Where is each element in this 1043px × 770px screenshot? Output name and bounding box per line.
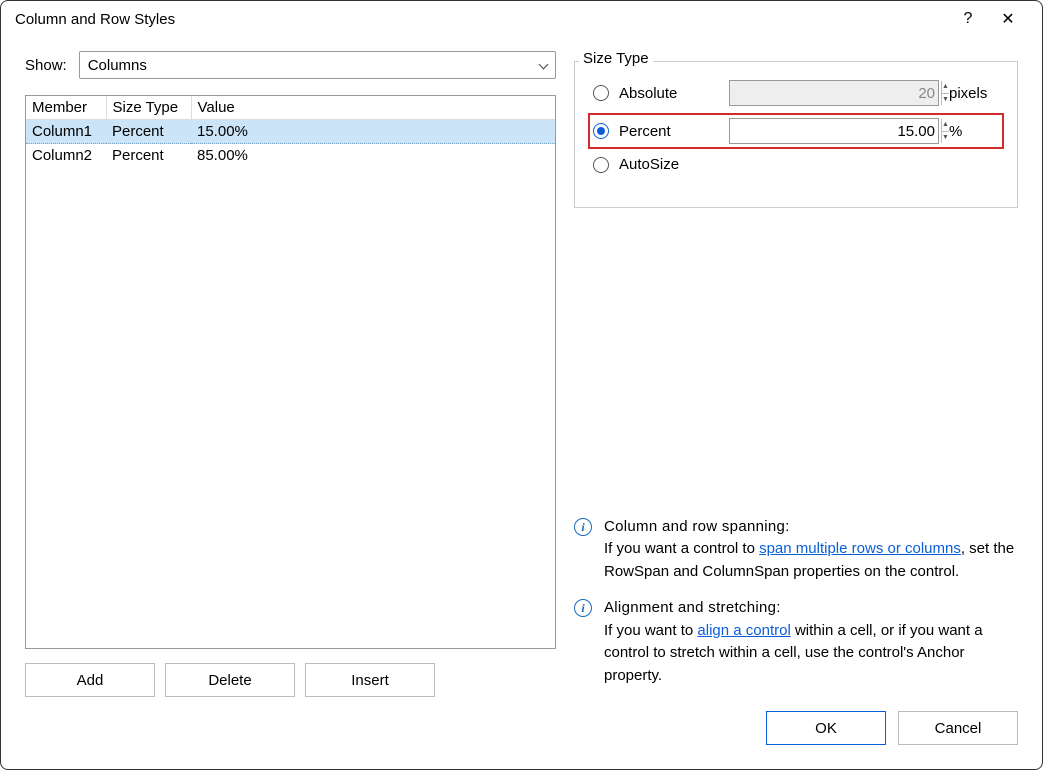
insert-button[interactable]: Insert — [305, 663, 435, 697]
col-member[interactable]: Member — [26, 96, 106, 120]
close-button[interactable]: ✕ — [988, 9, 1028, 29]
radio-percent-label[interactable]: Percent — [619, 123, 719, 140]
info-spanning: i Column and row spanning: If you want a… — [574, 516, 1018, 584]
radio-autosize-label[interactable]: AutoSize — [619, 156, 719, 173]
absolute-value-field[interactable] — [730, 81, 941, 105]
absolute-input[interactable]: ▲▼ — [729, 80, 939, 106]
info-icon: i — [574, 599, 592, 617]
titlebar: Column and Row Styles ? ✕ — [1, 1, 1042, 33]
col-sizetype[interactable]: Size Type — [106, 96, 191, 120]
size-row-percent: Percent ▲▼ % — [591, 116, 1001, 146]
help-button[interactable]: ? — [948, 10, 988, 28]
info-align: i Alignment and stretching: If you want … — [574, 597, 1018, 687]
add-button[interactable]: Add — [25, 663, 155, 697]
info-align-pre: If you want to — [604, 622, 697, 639]
cancel-button[interactable]: Cancel — [898, 711, 1018, 745]
cell-sizetype: Percent — [106, 120, 191, 144]
left-pane: Show: Columns Member Size Type Value — [25, 51, 556, 697]
dialog-content: Show: Columns Member Size Type Value — [1, 33, 1042, 697]
percent-value-field[interactable] — [730, 119, 941, 143]
cell-value: 15.00% — [191, 120, 555, 144]
percent-input[interactable]: ▲▼ — [729, 118, 939, 144]
table-row[interactable]: Column1 Percent 15.00% — [26, 120, 555, 144]
cell-member: Column1 — [26, 120, 106, 144]
radio-autosize[interactable] — [593, 157, 609, 173]
show-dropdown[interactable]: Columns — [79, 51, 556, 79]
align-link[interactable]: align a control — [697, 622, 790, 639]
info-icon: i — [574, 518, 592, 536]
info-section: i Column and row spanning: If you want a… — [574, 502, 1018, 698]
grid-buttons: Add Delete Insert — [25, 663, 556, 697]
show-label: Show: — [25, 57, 67, 74]
size-row-autosize: AutoSize — [593, 156, 999, 173]
members-table[interactable]: Member Size Type Value Column1 Percent 1… — [25, 95, 556, 649]
cell-sizetype: Percent — [106, 144, 191, 168]
info-spanning-title: Column and row spanning: — [604, 518, 790, 535]
info-spanning-pre: If you want a control to — [604, 540, 759, 557]
absolute-spinner[interactable]: ▲▼ — [941, 81, 949, 105]
delete-button[interactable]: Delete — [165, 663, 295, 697]
show-row: Show: Columns — [25, 51, 556, 79]
radio-percent[interactable] — [593, 123, 609, 139]
table-row[interactable]: Column2 Percent 85.00% — [26, 144, 555, 168]
size-type-group: Size Type Absolute ▲▼ pixels Percent — [574, 61, 1018, 208]
radio-absolute[interactable] — [593, 85, 609, 101]
radio-absolute-label[interactable]: Absolute — [619, 85, 719, 102]
right-pane: Size Type Absolute ▲▼ pixels Percent — [574, 51, 1018, 697]
chevron-down-icon — [539, 59, 549, 69]
cell-value: 85.00% — [191, 144, 555, 168]
dialog-footer: OK Cancel — [1, 697, 1042, 769]
absolute-unit: pixels — [949, 85, 999, 102]
dialog: Column and Row Styles ? ✕ Show: Columns … — [0, 0, 1043, 770]
ok-button[interactable]: OK — [766, 711, 886, 745]
size-type-title: Size Type — [579, 50, 653, 67]
size-row-absolute: Absolute ▲▼ pixels — [593, 80, 999, 106]
info-align-title: Alignment and stretching: — [604, 599, 781, 616]
percent-unit: % — [949, 123, 999, 140]
percent-spinner[interactable]: ▲▼ — [941, 119, 949, 143]
table-header-row: Member Size Type Value — [26, 96, 555, 120]
span-link[interactable]: span multiple rows or columns — [759, 540, 961, 557]
col-value[interactable]: Value — [191, 96, 555, 120]
cell-member: Column2 — [26, 144, 106, 168]
show-value: Columns — [88, 57, 147, 74]
dialog-title: Column and Row Styles — [15, 11, 948, 28]
